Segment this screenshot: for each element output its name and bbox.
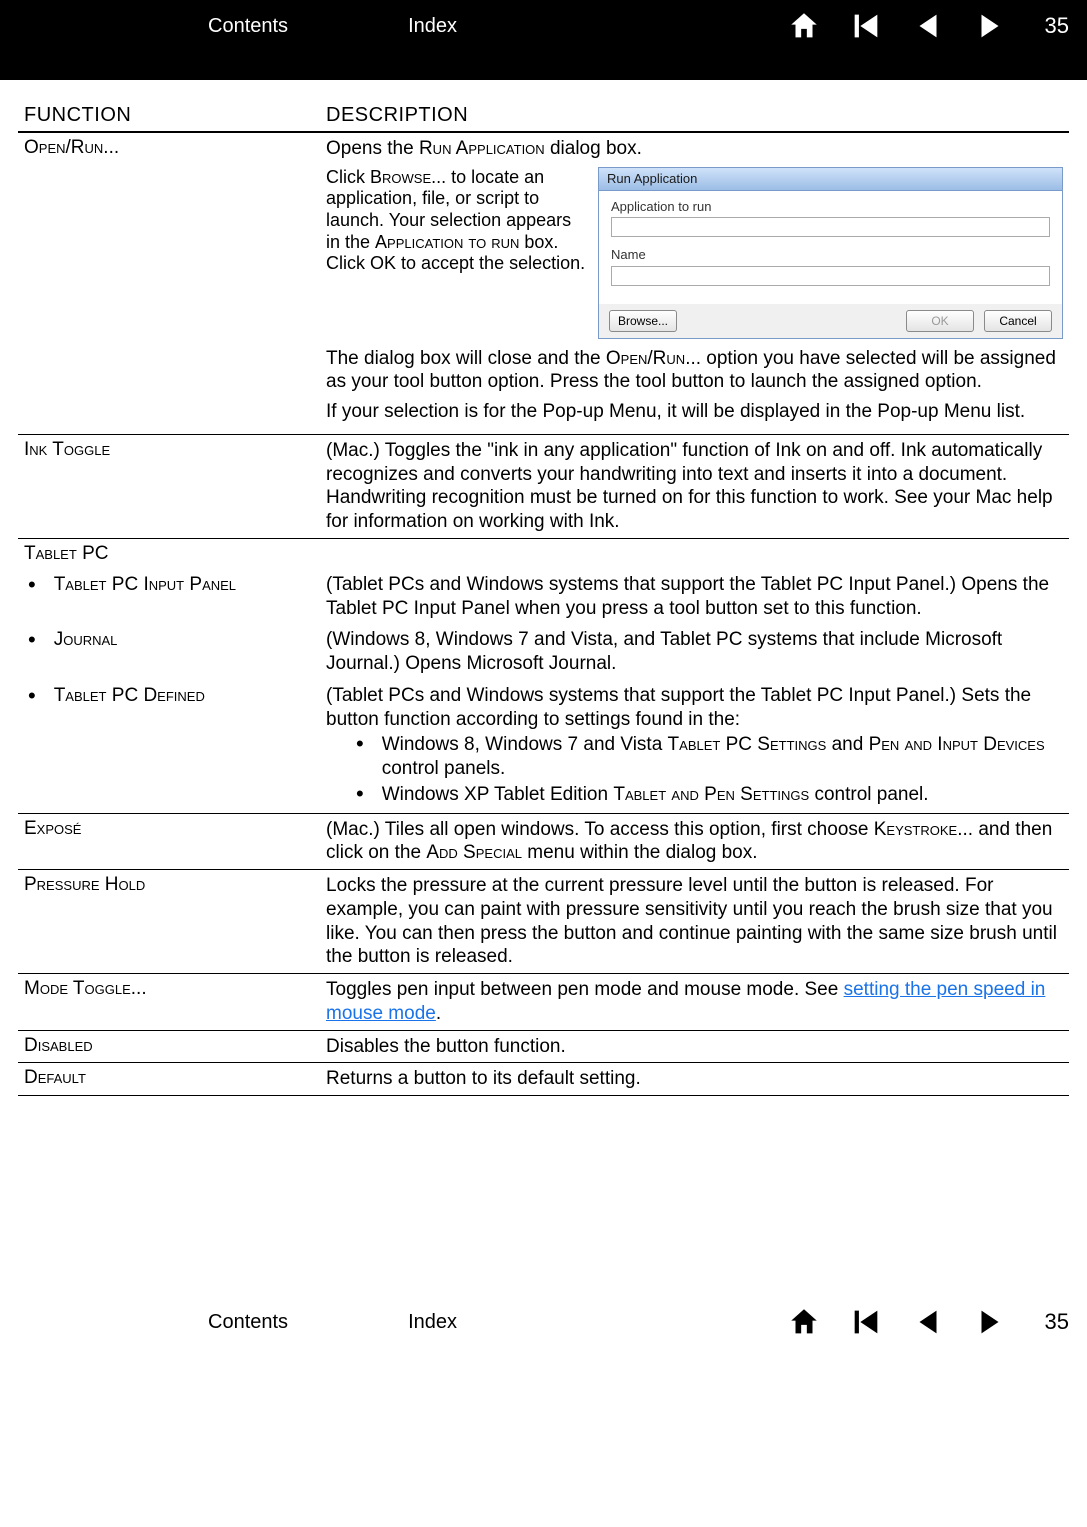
text-sc: Tablet PC Settings	[668, 734, 827, 755]
header-function: FUNCTION	[18, 100, 320, 131]
desc-input-panel: (Tablet PCs and Windows systems that sup…	[320, 569, 1069, 625]
text: Windows XP Tablet Edition	[382, 784, 614, 805]
name-input[interactable]	[611, 266, 1050, 286]
desc-journal: (Windows 8, Windows 7 and Vista, and Tab…	[320, 624, 1069, 680]
page-number-bottom: 35	[1045, 1309, 1069, 1335]
label-ink-toggle: Ink Toggle	[24, 439, 110, 460]
label-tablet-defined: Tablet PC Defined	[54, 685, 205, 707]
row-tablet-pc-input-panel: • Tablet PC Input Panel (Tablet PCs and W…	[18, 569, 1069, 625]
row-tablet-pc-defined: • Tablet PC Defined (Tablet PCs and Windo…	[18, 680, 1069, 813]
text-sc: Application to run	[375, 232, 519, 252]
text: .	[436, 1003, 441, 1024]
contents-link[interactable]: Contents	[208, 15, 288, 38]
row-disabled: Disabled Disables the button function.	[18, 1031, 1069, 1063]
function-table: FUNCTION DESCRIPTION Open/Run... Opens t…	[18, 100, 1069, 1096]
black-strip	[0, 52, 1087, 80]
nav-icons-bottom: 35	[787, 1305, 1069, 1339]
row-pressure-hold: Pressure Hold Locks the pressure at the …	[18, 870, 1069, 973]
text: dialog box.	[545, 138, 642, 159]
prev-page-icon[interactable]	[911, 1305, 945, 1339]
nav-icons: 35	[787, 9, 1069, 43]
text-sc: Browse	[370, 167, 431, 187]
nav-links: Contents Index	[208, 15, 457, 38]
header-description: DESCRIPTION	[320, 100, 1069, 131]
run-application-dialog: Run Application Application to run Name …	[598, 167, 1063, 339]
text: and	[826, 734, 868, 755]
row-default: Default Returns a button to its default …	[18, 1063, 1069, 1095]
text: Opens the	[326, 138, 419, 159]
desc-default: Returns a button to its default setting.	[320, 1063, 1069, 1095]
page-content: FUNCTION DESCRIPTION Open/Run... Opens t…	[0, 80, 1087, 1096]
application-to-run-input[interactable]	[611, 217, 1050, 237]
label-default: Default	[24, 1067, 86, 1088]
label-input-panel: Tablet PC Input Panel	[54, 574, 236, 596]
row-expose: Exposé (Mac.) Tiles all open windows. To…	[18, 814, 1069, 870]
row-open-run: Open/Run... Opens the Run Application di…	[18, 133, 1069, 434]
row-ink-toggle: Ink Toggle (Mac.) Toggles the "ink in an…	[18, 435, 1069, 538]
row-tablet-pc-header: Tablet PC	[18, 539, 1069, 569]
text-sc: Run Application	[419, 138, 545, 159]
text: Windows XP Tablet Edition Tablet and Pen…	[382, 783, 929, 807]
text: menu within the dialog box.	[522, 842, 758, 863]
label-tablet-pc: Tablet PC	[24, 543, 108, 564]
bullet-icon: •	[28, 574, 36, 596]
text-sc: Tablet and Pen Settings	[613, 784, 809, 805]
text-sc: Pen and Input Devices	[869, 734, 1045, 755]
text: The dialog box will close and the	[326, 348, 606, 369]
bullet-icon: •	[356, 733, 364, 781]
nav-links-bottom: Contents Index	[208, 1311, 457, 1334]
browse-button[interactable]: Browse...	[609, 310, 677, 332]
label-journal: Journal	[54, 629, 118, 651]
bullet-icon: •	[28, 629, 36, 651]
text-sc: Add Special	[426, 842, 522, 863]
text: Windows 8, Windows 7 and Vista Tablet PC…	[382, 733, 1063, 781]
first-page-icon[interactable]	[849, 9, 883, 43]
desc-ink-toggle: (Mac.) Toggles the "ink in any applicati…	[320, 435, 1069, 538]
next-page-icon[interactable]	[973, 1305, 1007, 1339]
ok-button[interactable]: OK	[906, 310, 974, 332]
index-link[interactable]: Index	[408, 15, 457, 38]
contents-link-bottom[interactable]: Contents	[208, 1311, 288, 1334]
bottom-nav-bar: Contents Index 35	[0, 1296, 1087, 1348]
prev-page-icon[interactable]	[911, 9, 945, 43]
bullet-icon: •	[356, 783, 364, 807]
label-mode-toggle: Mode Toggle...	[24, 978, 147, 999]
page-number-top: 35	[1045, 13, 1069, 39]
text-sc: Keystroke	[874, 819, 957, 840]
dialog-label-name: Name	[611, 247, 1050, 263]
dialog-titlebar: Run Application	[599, 168, 1062, 191]
desc-pressure-hold: Locks the pressure at the current pressu…	[320, 870, 1069, 973]
text: Windows 8, Windows 7 and Vista	[382, 734, 668, 755]
first-page-icon[interactable]	[849, 1305, 883, 1339]
home-icon[interactable]	[787, 9, 821, 43]
text: control panels.	[382, 758, 506, 779]
desc-mode-toggle: Toggles pen input between pen mode and m…	[320, 974, 1069, 1030]
open-run-sidetext: Click Browse... to locate an application…	[326, 167, 586, 339]
next-page-icon[interactable]	[973, 9, 1007, 43]
desc-disabled: Disables the button function.	[320, 1031, 1069, 1063]
text: Toggles pen input between pen mode and m…	[326, 979, 844, 1000]
label-disabled: Disabled	[24, 1035, 93, 1056]
dialog-label-app: Application to run	[611, 199, 1050, 215]
text-sc: Open/Run	[606, 348, 685, 369]
text: If your selection is for the Pop-up Menu…	[326, 400, 1063, 424]
cancel-button[interactable]: Cancel	[984, 310, 1052, 332]
desc-expose: (Mac.) Tiles all open windows. To access…	[320, 814, 1069, 870]
desc-tablet-defined: (Tablet PCs and Windows systems that sup…	[326, 684, 1063, 732]
row-journal: • Journal (Windows 8, Windows 7 and Vista…	[18, 624, 1069, 680]
bullet-icon: •	[28, 685, 36, 707]
row-mode-toggle: Mode Toggle... Toggles pen input between…	[18, 974, 1069, 1030]
label-open-run: Open/Run...	[24, 137, 119, 158]
home-icon[interactable]	[787, 1305, 821, 1339]
label-pressure-hold: Pressure Hold	[24, 874, 145, 895]
label-expose: Exposé	[24, 818, 81, 839]
index-link-bottom[interactable]: Index	[408, 1311, 457, 1334]
text: Click	[326, 167, 370, 187]
text: control panel.	[809, 784, 928, 805]
top-nav-bar: Contents Index 35	[0, 0, 1087, 52]
text: (Mac.) Tiles all open windows. To access…	[326, 819, 874, 840]
